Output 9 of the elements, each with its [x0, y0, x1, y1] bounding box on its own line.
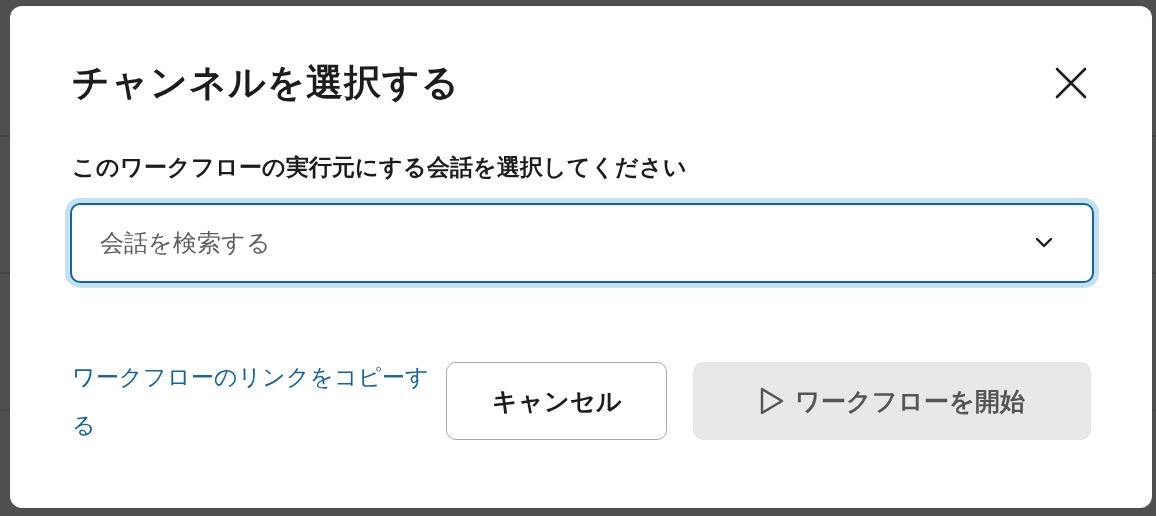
play-icon — [759, 386, 785, 416]
field-label: このワークフローの実行元にする会話を選択してください — [72, 153, 688, 182]
cancel-button[interactable]: キャンセル — [446, 362, 667, 440]
dialog-title: チャンネルを選択する — [72, 60, 460, 106]
close-button[interactable] — [1054, 66, 1088, 100]
copy-link[interactable]: ワークフローのリンクをコピーする — [72, 353, 432, 449]
close-icon — [1054, 66, 1088, 100]
conversation-select[interactable]: 会話を検索する — [70, 203, 1094, 283]
chevron-down-icon — [1034, 237, 1054, 249]
